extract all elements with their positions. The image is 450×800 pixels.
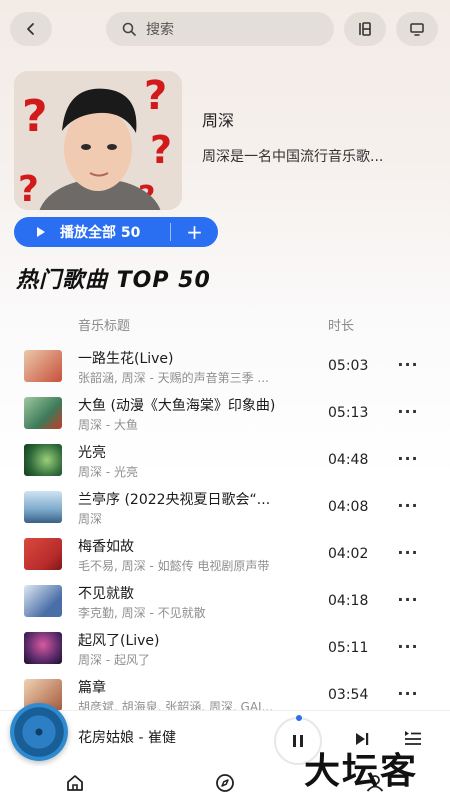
back-button[interactable] [10,12,52,46]
song-subtitle: 张韶涵, 周深 - 天赐的声音第三季 ... [78,371,269,385]
search-input[interactable]: 搜索 [106,12,334,46]
column-header-title: 音乐标题 [78,319,131,334]
song-row[interactable]: 光亮 周深 - 光亮 04:48 ··· [0,436,450,483]
svg-text:?: ? [18,169,39,210]
more-options-button[interactable]: ··· [396,493,420,517]
song-thumbnail [24,444,62,476]
nav-home[interactable] [64,772,86,794]
ellipsis-icon: ··· [397,401,419,421]
pause-icon [293,735,303,747]
more-options-button[interactable]: ··· [396,352,420,376]
song-duration: 04:02 [328,546,369,562]
search-placeholder: 搜索 [146,22,174,38]
song-duration: 04:48 [328,452,369,468]
song-title: 篇章 [78,680,106,696]
top-bar: 搜索 [10,12,440,48]
song-row[interactable]: 兰亭序 (2022央视夏日歌会“... 周深 04:08 ··· [0,483,450,530]
ellipsis-icon: ··· [397,683,419,703]
song-subtitle: 毛不易, 周深 - 如懿传 电视剧原声带 [78,559,270,573]
play-all-button[interactable]: 播放全部 50 [14,217,170,247]
more-options-button[interactable]: ··· [396,399,420,423]
song-thumbnail [24,491,62,523]
ellipsis-icon: ··· [397,448,419,468]
svg-text:?: ? [22,91,48,142]
ellipsis-icon: ··· [397,495,419,515]
song-title: 大鱼 (动漫《大鱼海棠》印象曲) [78,398,276,414]
song-subtitle: 李克勤, 周深 - 不见就散 [78,606,206,620]
plus-icon: + [186,220,203,244]
play-icon [37,227,45,237]
compass-icon [216,774,234,792]
more-options-button[interactable]: ··· [396,446,420,470]
song-title: 兰亭序 (2022央视夏日歌会“... [78,492,271,508]
song-row[interactable]: 梅香如故 毛不易, 周深 - 如懿传 电视剧原声带 04:02 ··· [0,530,450,577]
song-subtitle: 周深 [78,512,103,526]
more-options-button[interactable]: ··· [396,681,420,705]
song-thumbnail [24,538,62,570]
song-thumbnail [24,397,62,429]
song-duration: 05:11 [328,640,369,656]
grid-view-icon [359,22,371,36]
song-duration: 04:18 [328,593,369,609]
song-subtitle: 胡彦斌, 胡海泉, 张韶涵, 周深, GAI... [78,700,274,710]
song-thumbnail [24,632,62,664]
song-row[interactable]: 不见就散 李克勤, 周深 - 不见就散 04:18 ··· [0,577,450,624]
song-list: 一路生花(Live) 张韶涵, 周深 - 天赐的声音第三季 ... 05:03 … [0,342,450,710]
search-icon [122,22,136,36]
more-options-button[interactable]: ··· [396,634,420,658]
song-subtitle: 周深 - 光亮 [78,465,138,479]
song-title: 一路生花(Live) [78,351,174,367]
song-duration: 04:08 [328,499,369,515]
ellipsis-icon: ··· [397,354,419,374]
album-disc[interactable] [10,703,68,761]
artist-description[interactable]: 周深是一名中国流行音乐歌... [202,146,432,166]
song-duration: 05:13 [328,405,369,421]
song-thumbnail [24,585,62,617]
more-options-button[interactable]: ··· [396,540,420,564]
svg-text:?: ? [150,128,172,172]
song-row[interactable]: 起风了(Live) 周深 - 起风了 05:11 ··· [0,624,450,671]
song-title: 梅香如故 [78,539,134,555]
play-all-group: 播放全部 50 + [14,217,218,247]
home-icon [67,775,83,791]
section-title: 热门歌曲 TOP 50 [16,268,211,293]
ellipsis-icon: ··· [397,589,419,609]
ellipsis-icon: ··· [397,542,419,562]
play-all-label: 播放全部 50 [60,225,141,241]
column-header-duration: 时长 [328,319,355,334]
nav-discover[interactable] [214,772,236,794]
svg-text:?: ? [144,73,167,119]
song-duration: 03:54 [328,687,369,703]
cast-screen-button[interactable] [396,12,438,46]
song-duration: 05:03 [328,358,369,374]
song-thumbnail [24,350,62,382]
song-row[interactable]: 篇章 胡彦斌, 胡海泉, 张韶涵, 周深, GAI... 03:54 ··· [0,671,450,710]
song-row[interactable]: 大鱼 (动漫《大鱼海棠》印象曲) 周深 - 大鱼 05:13 ··· [0,389,450,436]
now-playing-title: 花房姑娘 - 崔健 [78,730,176,746]
grid-view-button[interactable] [344,12,386,46]
song-title: 起风了(Live) [78,633,160,649]
song-subtitle: 周深 - 大鱼 [78,418,138,432]
song-title: 不见就散 [78,586,134,602]
artist-name: 周深 [202,111,235,130]
ellipsis-icon: ··· [397,636,419,656]
add-to-playlist-button[interactable]: + [171,220,218,244]
artist-cover-image: ? ? ? ? ? [14,71,182,210]
song-row[interactable]: 一路生花(Live) 张韶涵, 周深 - 天赐的声音第三季 ... 05:03 … [0,342,450,389]
song-title: 光亮 [78,445,106,461]
more-options-button[interactable]: ··· [396,587,420,611]
monitor-icon [410,23,424,36]
song-subtitle: 周深 - 起风了 [78,653,150,667]
chevron-left-icon [27,23,34,35]
progress-indicator [296,715,302,721]
watermark-text: 大坛客 [304,750,419,792]
